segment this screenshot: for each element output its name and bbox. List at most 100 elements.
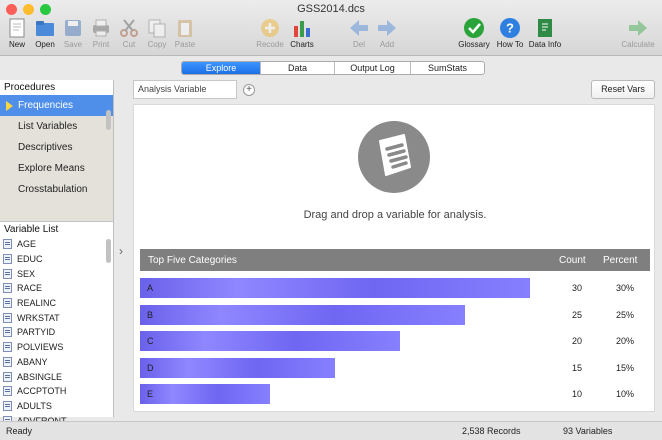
variable-label: PARTYID <box>17 327 56 338</box>
variable-item[interactable]: SEX <box>0 266 113 281</box>
variable-item[interactable]: WRKSTAT <box>0 310 113 325</box>
category-bar <box>140 304 465 325</box>
variable-label: RACE <box>17 283 43 294</box>
view-tabs: Explore Data Output Log SumStats <box>181 61 485 75</box>
procedure-item-frequencies[interactable]: Frequencies <box>0 95 113 116</box>
category-row: D 15 15% <box>140 355 650 381</box>
variable-item[interactable]: ACCPTOTH <box>0 384 113 399</box>
category-count: 10 <box>572 389 583 399</box>
variable-label: EDUC <box>17 254 43 265</box>
variable-item[interactable]: ADULTS <box>0 399 113 414</box>
category-label: D <box>147 362 154 373</box>
variable-icon <box>3 268 12 279</box>
variable-icon <box>3 327 12 338</box>
toolbar-add-button[interactable]: Add <box>367 17 407 49</box>
status-text: Ready <box>6 426 33 436</box>
variable-icon <box>3 254 12 265</box>
reset-vars-button[interactable]: Reset Vars <box>591 80 655 99</box>
category-row: B 25 25% <box>140 302 650 328</box>
panel-splitter[interactable] <box>114 80 132 417</box>
record-count: 2,538 Records <box>462 426 521 436</box>
arrow-right-icon <box>376 17 398 39</box>
variable-label: AGE <box>17 239 37 250</box>
toolbar-howto-button[interactable]: ? How To <box>490 17 530 49</box>
procedure-item-descriptives[interactable]: Descriptives <box>0 137 113 158</box>
category-percent: 30% <box>616 283 635 293</box>
variable-label: ACCPTOTH <box>17 386 67 397</box>
variable-label: ABSINGLE <box>17 371 63 382</box>
category-label: B <box>147 309 154 320</box>
variable-icon <box>3 298 12 309</box>
toolbar-charts-button[interactable]: Charts <box>282 17 322 49</box>
procedure-item-explore-means[interactable]: Explore Means <box>0 158 113 179</box>
top-categories-title: Top Five Categories <box>148 255 237 266</box>
tab-sumstats[interactable]: SumStats <box>410 62 484 74</box>
category-label: E <box>147 389 154 399</box>
variable-item[interactable]: RACE <box>0 281 113 296</box>
category-percent: 20% <box>616 336 635 346</box>
left-panel: Procedures Frequencies List Variables De… <box>0 80 114 432</box>
checkmark-icon <box>463 17 485 39</box>
count-column-header: Count <box>559 255 586 266</box>
toolbar-calculate-button[interactable]: Calculate <box>618 17 658 49</box>
procedures-list: Frequencies List Variables Descriptives … <box>0 95 113 221</box>
tab-explore[interactable]: Explore <box>182 62 260 74</box>
add-variable-button[interactable]: + <box>243 84 255 96</box>
category-count: 30 <box>572 283 583 293</box>
procedures-header: Procedures <box>4 82 56 93</box>
chevron-right-icon[interactable]: › <box>119 244 123 258</box>
variable-item[interactable]: PARTYID <box>0 325 113 340</box>
analysis-canvas[interactable]: Drag and drop a variable for analysis. T… <box>133 104 655 412</box>
variable-list-scrollbar[interactable] <box>106 239 111 263</box>
window-title: GSS2014.dcs <box>297 3 365 15</box>
procedures-scrollbar[interactable] <box>106 110 111 130</box>
percent-column-header: Percent <box>603 255 638 266</box>
variable-icon <box>3 312 12 323</box>
variable-item[interactable]: AGE <box>0 237 113 252</box>
category-count: 25 <box>572 309 583 320</box>
status-bar: Ready 2,538 Records 93 Variables <box>0 421 662 440</box>
procedure-item-crosstabulation[interactable]: Crosstabulation <box>0 179 113 200</box>
variable-icon <box>3 371 12 382</box>
variable-item[interactable]: EDUC <box>0 252 113 267</box>
category-percent: 25% <box>616 309 635 320</box>
bar-chart-icon <box>291 17 313 39</box>
category-label: C <box>147 336 154 346</box>
drop-variable-icon <box>358 121 430 193</box>
category-label: A <box>147 283 154 293</box>
paste-clipboard-icon <box>174 17 196 39</box>
toolbar-glossary-button[interactable]: Glossary <box>454 17 494 49</box>
variable-count: 93 Variables <box>563 426 613 436</box>
toolbar-datainfo-button[interactable]: Data Info <box>525 17 565 49</box>
arrow-forward-icon <box>627 17 649 39</box>
variable-item[interactable]: POLVIEWS <box>0 340 113 355</box>
variable-item[interactable]: ABANY <box>0 355 113 370</box>
category-count: 20 <box>572 336 583 346</box>
variable-item[interactable]: REALINC <box>0 296 113 311</box>
variable-icon <box>3 386 12 397</box>
data-info-icon <box>534 17 556 39</box>
analysis-variable-field[interactable]: Analysis Variable <box>133 80 237 99</box>
variable-label: ABANY <box>17 356 48 367</box>
category-bar <box>140 278 530 298</box>
tab-data[interactable]: Data <box>260 62 334 74</box>
tab-output-log[interactable]: Output Log <box>334 62 410 74</box>
variable-icon <box>3 283 12 294</box>
variable-icon <box>3 342 12 353</box>
category-row: A 30 30% <box>140 275 650 301</box>
toolbar-paste-button[interactable]: Paste <box>165 17 205 49</box>
drop-message: Drag and drop a variable for analysis. <box>303 209 487 221</box>
variable-list-header: Variable List <box>0 221 113 237</box>
variable-item[interactable]: ABSINGLE <box>0 369 113 384</box>
recode-plus-icon <box>259 17 281 39</box>
category-percent: 15% <box>616 362 635 373</box>
variable-icon <box>3 400 12 411</box>
category-bar <box>140 357 335 378</box>
variable-list: AGE EDUC SEX RACE REALINC WRKSTAT PARTYID POLVI… <box>0 237 113 432</box>
procedure-item-list-variables[interactable]: List Variables <box>0 116 113 137</box>
category-row: E 10 10% <box>140 381 650 407</box>
variable-label: WRKSTAT <box>17 312 60 323</box>
help-question-icon: ? <box>499 17 521 39</box>
variable-label: SEX <box>17 268 36 279</box>
top-categories-header: Top Five Categories Count Percent <box>140 249 650 271</box>
